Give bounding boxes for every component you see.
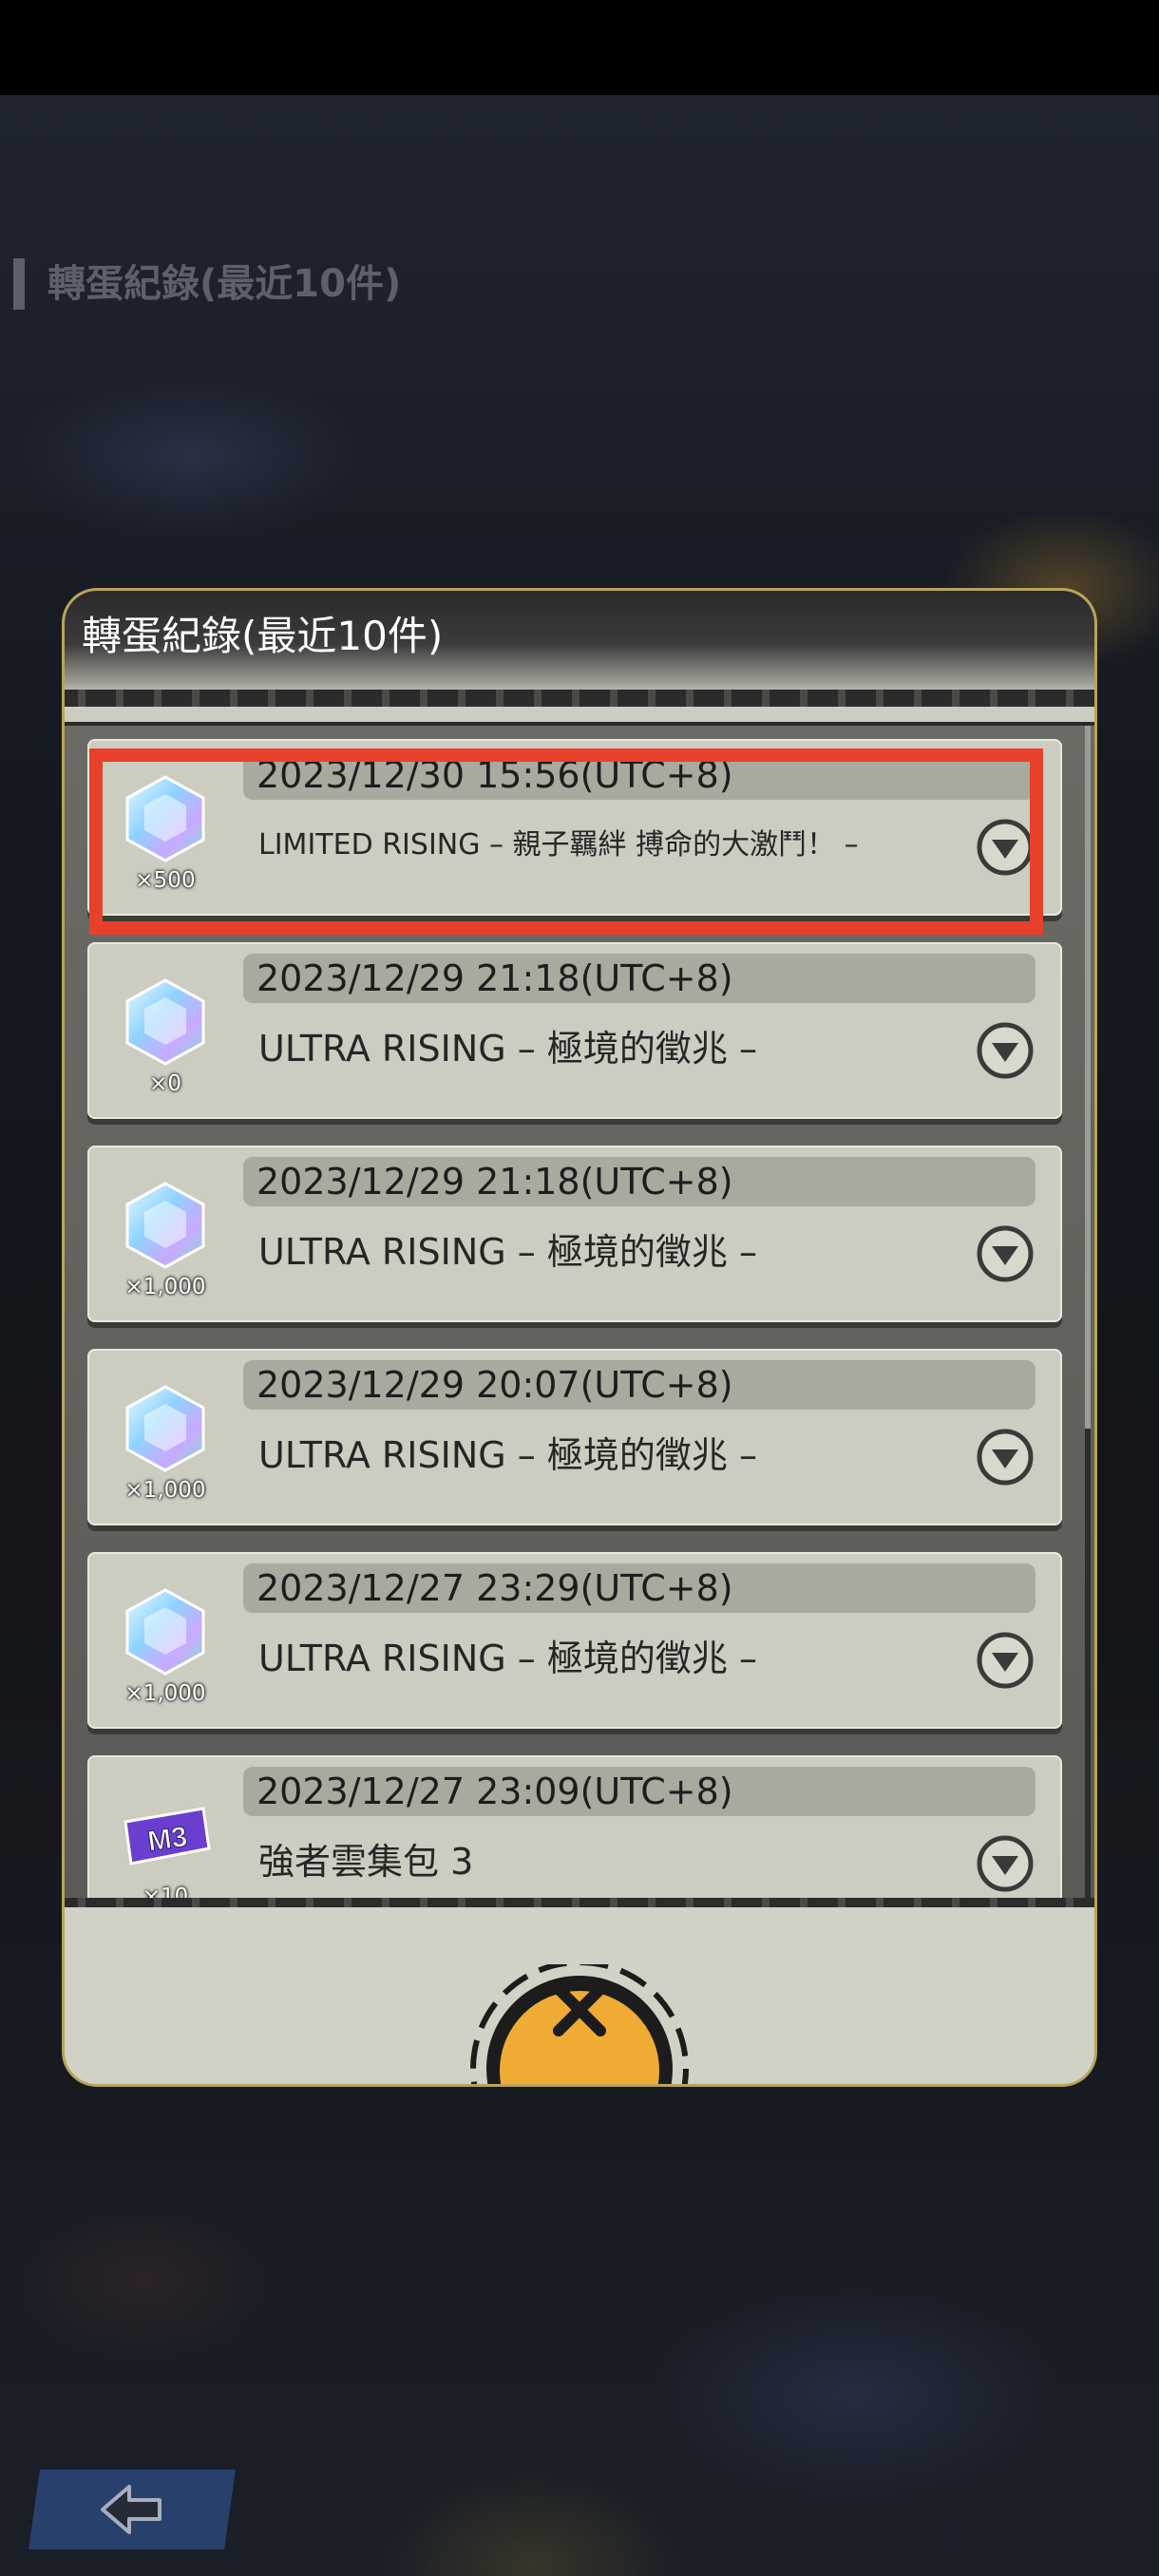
status-bar	[0, 0, 1159, 95]
back-arrow-icon	[101, 2485, 162, 2534]
header-torn-edge	[65, 690, 1094, 707]
chevron-down-icon[interactable]	[977, 1429, 1034, 1486]
svg-text:M3: M3	[145, 1821, 189, 1857]
chevron-down-icon[interactable]	[977, 1022, 1034, 1079]
close-button[interactable]	[456, 1960, 703, 2084]
gem-icon	[120, 1586, 211, 1677]
ticket-icon: M3	[120, 1790, 211, 1881]
chevron-down-icon[interactable]	[977, 1632, 1034, 1689]
entry-date: 2023/12/27 23:29(UTC+8)	[256, 1567, 733, 1609]
entry-banner-name: ULTRA RISING – 極境的徵兆 –	[258, 1434, 757, 1476]
entry-banner-name: ULTRA RISING – 極境的徵兆 –	[258, 1231, 757, 1273]
history-entry[interactable]: M3 ×10 2023/12/27 23:09(UTC+8) 強者雲集包 3	[87, 1755, 1062, 1898]
entry-date: 2023/12/27 23:09(UTC+8)	[256, 1771, 733, 1812]
gem-icon	[120, 1180, 211, 1271]
gacha-history-dialog: 轉蛋紀錄(最近10件) ×500 2023/12/30 15:56(UTC+8)…	[65, 591, 1094, 2084]
entry-banner-name: ULTRA RISING – 極境的徵兆 –	[258, 1638, 757, 1679]
entry-banner-name: 強者雲集包 3	[258, 1841, 474, 1883]
entry-date: 2023/12/29 21:18(UTC+8)	[256, 957, 733, 999]
gem-icon	[120, 976, 211, 1068]
scrollbar-thumb[interactable]	[1085, 726, 1091, 1429]
dialog-header: 轉蛋紀錄(最近10件)	[65, 591, 1094, 697]
history-entry[interactable]: ×1,000 2023/12/29 20:07(UTC+8) ULTRA RIS…	[87, 1349, 1062, 1525]
chevron-down-icon[interactable]	[977, 1835, 1034, 1892]
entry-date: 2023/12/29 20:07(UTC+8)	[256, 1364, 733, 1406]
item-quantity: ×1,000	[124, 1478, 206, 1503]
item-quantity: ×1,000	[124, 1681, 206, 1706]
history-entry[interactable]: ×0 2023/12/29 21:18(UTC+8) ULTRA RISING …	[87, 942, 1062, 1119]
chevron-down-icon[interactable]	[977, 1225, 1034, 1282]
gem-icon	[120, 1383, 211, 1474]
dialog-title: 轉蛋紀錄(最近10件)	[82, 613, 444, 659]
entry-banner-name: ULTRA RISING – 極境的徵兆 –	[258, 1028, 757, 1070]
entry-date: 2023/12/29 21:18(UTC+8)	[256, 1161, 733, 1203]
background-page-title: 轉蛋紀錄(最近10件)	[13, 258, 401, 310]
item-quantity: ×10	[142, 1885, 189, 1898]
item-quantity: ×1,000	[124, 1275, 206, 1299]
history-entry[interactable]: ×1,000 2023/12/29 21:18(UTC+8) ULTRA RIS…	[87, 1146, 1062, 1322]
history-entry[interactable]: ×1,000 2023/12/27 23:29(UTC+8) ULTRA RIS…	[87, 1552, 1062, 1729]
back-button[interactable]	[28, 2470, 236, 2549]
item-quantity: ×0	[149, 1071, 181, 1096]
highlight-box	[89, 748, 1043, 935]
